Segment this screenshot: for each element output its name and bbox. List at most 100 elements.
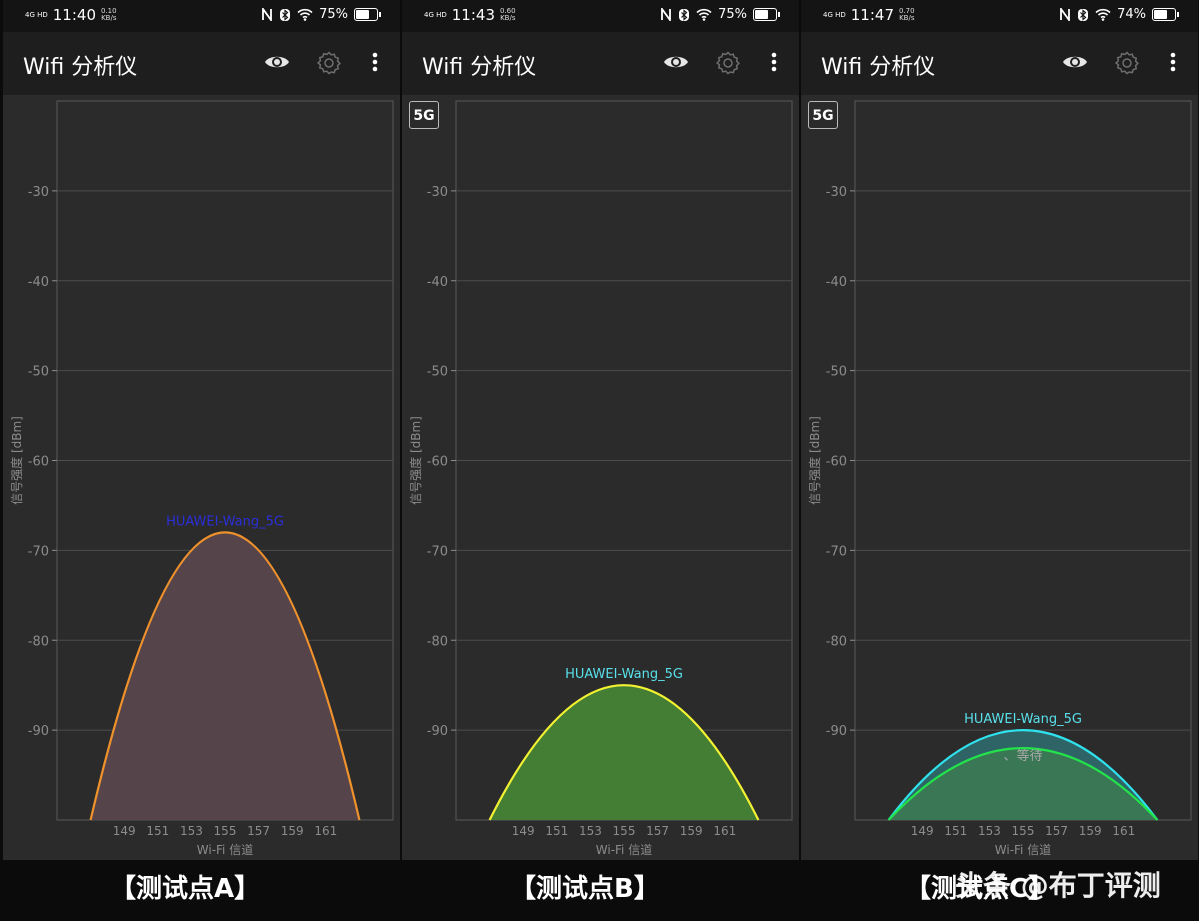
y-tick-label: -40 [28,275,49,290]
status-bar: 4G HD 11:43 0.60 KB/s 75% [402,0,799,32]
y-tick-label: -70 [28,544,49,559]
watermark: 头条 @布丁评测 [955,869,1161,902]
x-tick-label: 159 [680,824,703,838]
x-tick-label: 149 [512,824,535,838]
status-bar: 4G HD 11:47 0.70 KB/s 74% [801,0,1198,32]
x-tick-label: 161 [713,824,736,838]
network-speed: 0.60 KB/s [500,8,516,22]
x-tick-label: 153 [579,824,602,838]
eye-icon[interactable] [662,50,690,74]
y-tick-label: -90 [826,724,847,739]
more-vert-icon[interactable] [769,50,779,74]
x-axis-label: Wi-Fi 信道 [197,843,253,857]
series-label: HUAWEI-Wang_5G [964,712,1082,727]
app-bar: Wifi 分析仪 [402,32,799,95]
x-tick-label: 155 [1012,824,1035,838]
x-tick-label: 159 [1079,824,1102,838]
x-tick-label: 153 [978,824,1001,838]
x-tick-label: 157 [646,824,669,838]
y-tick-label: -50 [427,365,448,380]
wifi-channel-chart: -30 -40 -50 -60 -70 -80 -90 149 151 153 155 157 159 1… [408,100,793,857]
x-tick-label: 157 [247,824,270,838]
y-tick-label: -80 [826,634,847,649]
battery-icon [354,8,381,21]
series-label: 、等待 [1003,748,1042,764]
x-axis-label: Wi-Fi 信道 [596,843,652,857]
wifi-channel-chart: -30 -40 -50 -60 -70 -80 -90 149 151 153 155 157 159 1… [807,100,1192,857]
network-speed-unit: KB/s [101,14,117,22]
x-tick-label: 159 [281,824,304,838]
y-tick-label: -40 [826,275,847,290]
nfc-icon [661,8,671,21]
x-tick-label: 151 [944,824,967,838]
gear-icon[interactable] [1114,50,1140,76]
y-tick-label: -50 [826,365,847,380]
network-indicator: 4G HD [25,10,48,19]
y-axis-label: 信号强度 [dBm] [807,416,822,505]
x-tick-label: 161 [1112,824,1135,838]
phone-screenshot-c: 4G HD 11:47 0.70 KB/s 74% Wifi 分析仪 5G -30… [801,0,1198,860]
y-tick-label: -30 [28,185,49,200]
wifi-channel-chart: -30 -40 -50 -60 -70 -80 -90 149 151 153 155 157 159 1… [9,100,394,857]
network-speed: 0.10 KB/s [101,8,117,22]
battery-percent: 75% [319,7,348,22]
network-speed-unit: KB/s [500,14,516,22]
x-tick-label: 151 [146,824,169,838]
x-tick-label: 155 [613,824,636,838]
y-tick-label: -30 [427,185,448,200]
app-bar: Wifi 分析仪 [3,32,400,95]
status-time: 11:47 [850,6,894,24]
app-title: Wifi 分析仪 [422,55,537,80]
bluetooth-icon [679,8,690,21]
network-indicator: 4G HD [823,10,846,19]
y-tick-label: -80 [28,634,49,649]
phone-screenshot-b: 4G HD 11:43 0.60 KB/s 75% Wifi 分析仪 5G -30… [402,0,799,860]
x-tick-label: 153 [180,824,203,838]
y-axis-label: 信号强度 [dBm] [408,416,423,505]
x-tick-label: 151 [545,824,568,838]
x-tick-label: 149 [911,824,934,838]
nfc-icon [1060,8,1070,21]
wifi-icon [297,8,313,21]
y-tick-label: -40 [427,275,448,290]
y-tick-label: -60 [826,455,847,470]
y-tick-label: -60 [427,455,448,470]
battery-percent: 74% [1117,7,1146,22]
y-tick-label: -90 [28,724,49,739]
app-title: Wifi 分析仪 [821,55,936,80]
status-time: 11:40 [52,6,96,24]
eye-icon[interactable] [1061,50,1089,74]
network-speed-unit: KB/s [899,14,915,22]
wifi-icon [696,8,712,21]
bluetooth-icon [280,8,291,21]
caption-point-a: 【测试点A】 [110,874,261,904]
y-tick-label: -60 [28,455,49,470]
y-tick-label: -90 [427,724,448,739]
wifi-icon [1095,8,1111,21]
x-axis-label: Wi-Fi 信道 [995,843,1051,857]
gear-icon[interactable] [715,50,741,76]
nfc-icon [262,8,272,21]
x-tick-label: 157 [1045,824,1068,838]
y-tick-label: -70 [427,544,448,559]
more-vert-icon[interactable] [370,50,380,74]
y-tick-label: -70 [826,544,847,559]
y-axis-label: 信号强度 [dBm] [9,416,24,505]
phone-screenshot-a: 4G HD 11:40 0.10 KB/s 75% Wifi 分析仪 -30 -40… [3,0,400,860]
x-tick-label: 161 [314,824,337,838]
battery-icon [753,8,780,21]
app-bar: Wifi 分析仪 [801,32,1198,95]
eye-icon[interactable] [263,50,291,74]
series-label: HUAWEI-Wang_5G [166,514,284,529]
more-vert-icon[interactable] [1168,50,1178,74]
app-title: Wifi 分析仪 [23,55,138,80]
series-label: HUAWEI-Wang_5G [565,667,683,682]
network-indicator: 4G HD [424,10,447,19]
x-tick-label: 149 [113,824,136,838]
y-tick-label: -50 [28,365,49,380]
gear-icon[interactable] [316,50,342,76]
network-speed: 0.70 KB/s [899,8,915,22]
battery-icon [1152,8,1179,21]
caption-point-b: 【测试点B】 [510,874,660,904]
bluetooth-icon [1078,8,1089,21]
